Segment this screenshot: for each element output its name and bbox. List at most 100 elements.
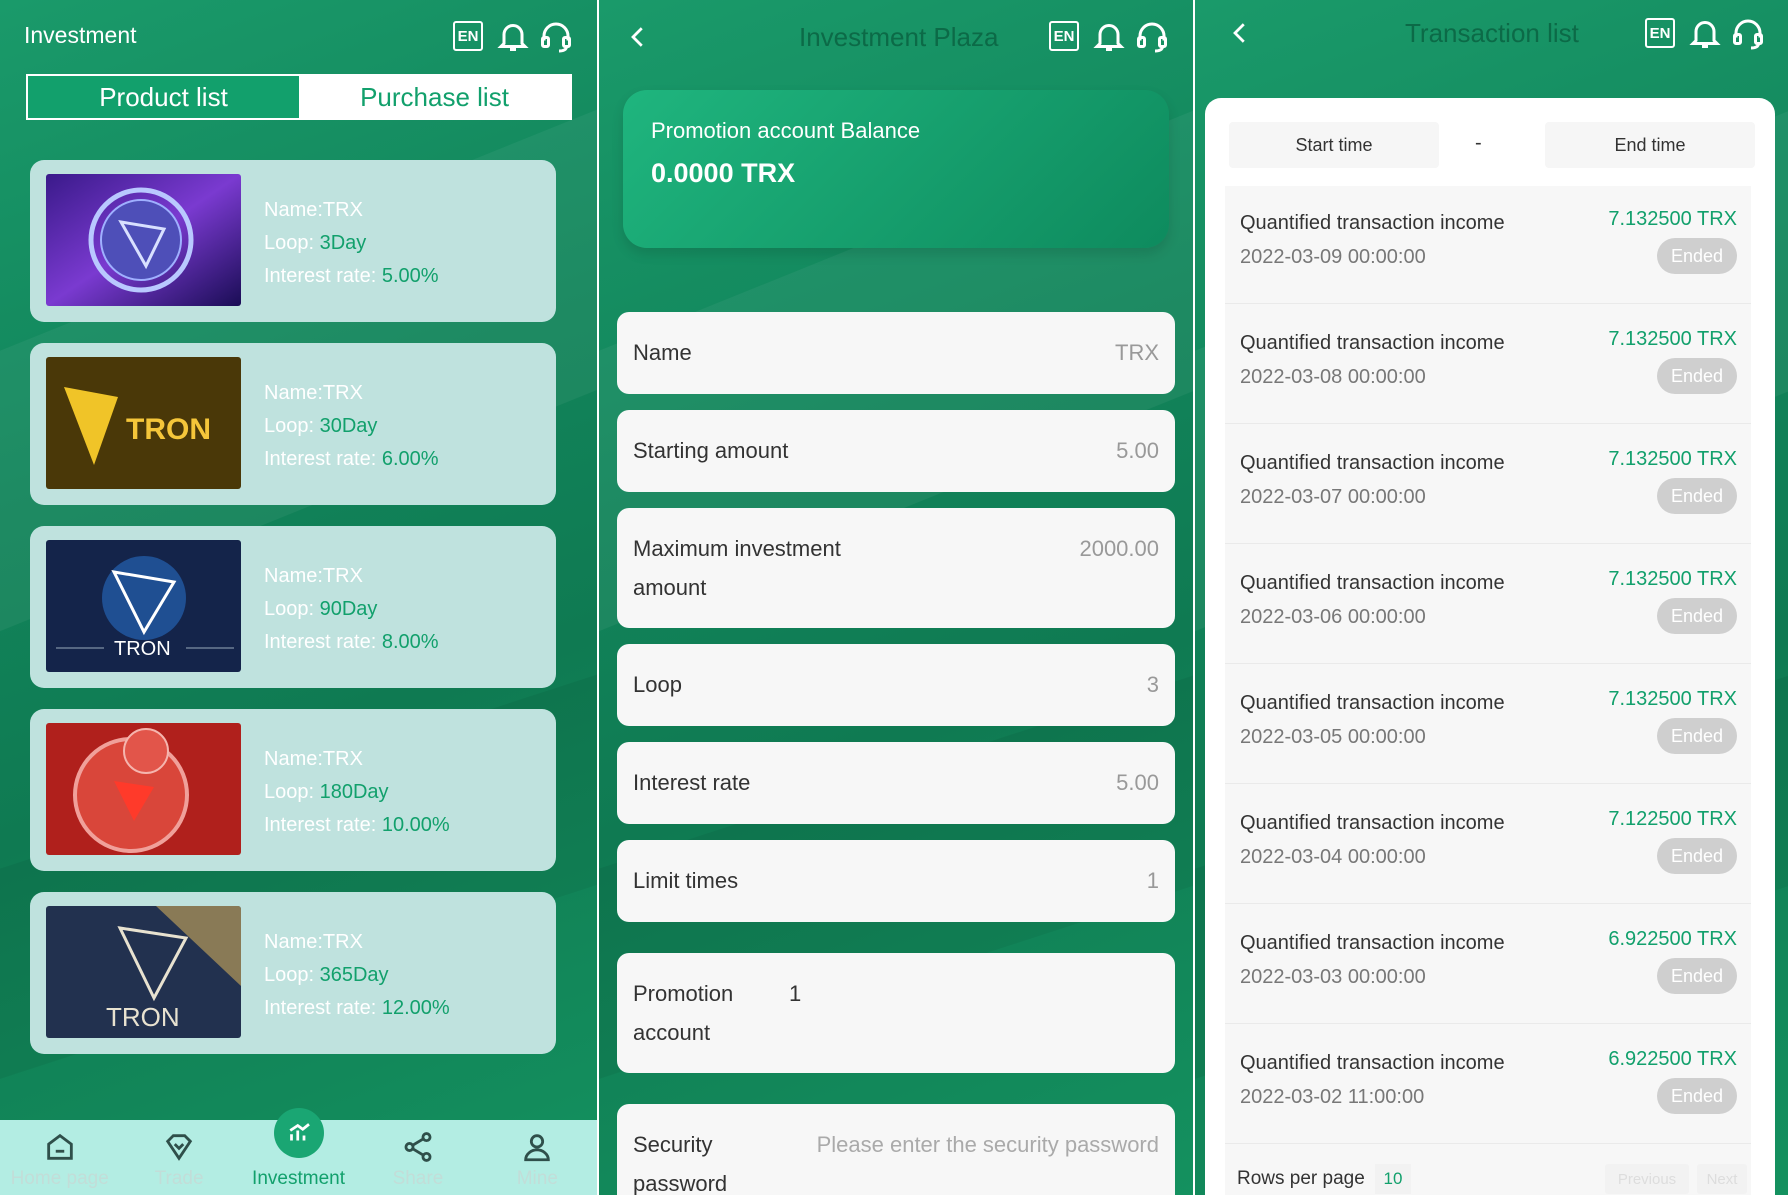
product-card[interactable]: Name:TRX Loop: 3Day Interest rate: 5.00%: [30, 160, 556, 322]
field-label: Promotion: [633, 981, 734, 1006]
list-item[interactable]: Quantified transaction income 2022-03-06…: [1225, 546, 1751, 664]
investment-chart-icon: [273, 1108, 324, 1158]
security-password-input[interactable]: Please enter the security password: [817, 1126, 1159, 1164]
field-limit-times: Limit times 1: [617, 840, 1175, 922]
thumb-tron-label: TRON: [106, 1002, 180, 1032]
product-card[interactable]: TRON Name:TRX Loop: 30Day Interest rate:…: [30, 343, 556, 505]
product-loop: 90Day: [319, 598, 378, 620]
status-badge: Ended: [1657, 478, 1737, 514]
tab-label: Mine: [516, 1168, 558, 1189]
tron-coin-image: [46, 174, 241, 306]
headset-icon[interactable]: [1730, 15, 1766, 51]
transaction-date: 2022-03-06 00:00:00: [1240, 606, 1426, 628]
language-icon[interactable]: EN: [1645, 18, 1675, 48]
transaction-title: Quantified transaction income: [1240, 572, 1505, 594]
tab-investment[interactable]: Investment: [239, 1108, 358, 1195]
product-card[interactable]: TRON Name:TRX Loop: 90Day Interest rate:…: [30, 526, 556, 688]
field-label: Name: [633, 340, 692, 365]
tab-trade[interactable]: Trade: [119, 1120, 238, 1195]
field-interest-rate: Interest rate 5.00: [617, 742, 1175, 824]
previous-button[interactable]: Previous: [1605, 1164, 1689, 1194]
transaction-date: 2022-03-04 00:00:00: [1240, 846, 1426, 868]
field-label: Maximum investment: [633, 536, 841, 561]
transaction-amount: 7.132500 TRX: [1608, 328, 1737, 350]
status-badge: Ended: [1657, 1078, 1737, 1114]
transaction-amount: 7.132500 TRX: [1608, 208, 1737, 230]
date-range-separator: -: [1475, 132, 1482, 154]
tab-mine[interactable]: Mine: [478, 1120, 597, 1195]
list-item[interactable]: Quantified transaction income 2022-03-08…: [1225, 306, 1751, 424]
list-item[interactable]: Quantified transaction income 2022-03-03…: [1225, 906, 1751, 1024]
investment-plaza-screen: Investment Plaza EN Promotion account Ba…: [599, 0, 1193, 1195]
headset-icon[interactable]: [1134, 18, 1170, 54]
field-value: 5.00: [1116, 770, 1159, 795]
product-rate: 10.00%: [381, 814, 450, 836]
product-rate: 6.00%: [381, 448, 439, 470]
bell-icon[interactable]: [495, 18, 531, 54]
product-card[interactable]: Name:TRX Loop: 180Day Interest rate: 10.…: [30, 709, 556, 871]
list-item[interactable]: Quantified transaction income 2022-03-05…: [1225, 666, 1751, 784]
list-item[interactable]: Quantified transaction income 2022-03-09…: [1225, 186, 1751, 304]
transaction-title: Quantified transaction income: [1240, 1052, 1505, 1074]
transaction-date: 2022-03-02 11:00:00: [1240, 1086, 1425, 1108]
investment-screen: Investment EN Product list Purchase list…: [0, 0, 597, 1195]
tab-label: Investment: [252, 1168, 345, 1189]
transaction-amount: 7.132500 TRX: [1608, 568, 1737, 590]
status-badge: Ended: [1657, 958, 1737, 994]
field-maximum-investment: Maximum investment amount 2000.00: [617, 508, 1175, 628]
field-label: Starting amount: [633, 438, 789, 463]
tron-network-image: TRON: [46, 540, 241, 672]
status-badge: Ended: [1657, 718, 1737, 754]
back-chevron-icon[interactable]: [1225, 18, 1255, 48]
transaction-title: Quantified transaction income: [1240, 332, 1505, 354]
language-icon[interactable]: EN: [453, 21, 483, 51]
back-chevron-icon[interactable]: [623, 22, 653, 52]
list-item[interactable]: Quantified transaction income 2022-03-04…: [1225, 786, 1751, 904]
status-badge: Ended: [1657, 838, 1737, 874]
tab-label: Share: [392, 1168, 444, 1189]
field-security-password[interactable]: Security password Please enter the secur…: [617, 1104, 1175, 1195]
transaction-title: Quantified transaction income: [1240, 452, 1505, 474]
transaction-amount: 6.922500 TRX: [1608, 928, 1737, 950]
tab-home[interactable]: Home page: [0, 1120, 119, 1195]
tab-product-list[interactable]: Product list: [28, 76, 299, 118]
field-starting-amount: Starting amount 5.00: [617, 410, 1175, 492]
field-promotion-account[interactable]: Promotion account 1: [617, 953, 1175, 1073]
start-time-picker[interactable]: Start time: [1229, 122, 1439, 168]
language-icon[interactable]: EN: [1049, 21, 1079, 51]
transaction-amount: 6.922500 TRX: [1608, 1048, 1737, 1070]
product-name: TRX: [322, 199, 363, 221]
field-value: 2000.00: [1079, 536, 1159, 561]
product-loop: 365Day: [319, 964, 389, 986]
transaction-date: 2022-03-05 00:00:00: [1240, 726, 1426, 748]
rows-per-page-select[interactable]: 10: [1375, 1164, 1411, 1194]
list-item[interactable]: Quantified transaction income 2022-03-02…: [1225, 1026, 1751, 1144]
headset-icon[interactable]: [538, 18, 574, 54]
product-loop: 180Day: [319, 781, 389, 803]
tab-share[interactable]: Share: [358, 1120, 477, 1195]
promotion-account-value[interactable]: 1: [789, 975, 801, 1013]
product-rate: 5.00%: [381, 265, 439, 287]
transaction-amount: 7.132500 TRX: [1608, 688, 1737, 710]
next-button[interactable]: Next: [1697, 1164, 1747, 1194]
field-label: password: [633, 1171, 728, 1195]
transaction-title: Quantified transaction income: [1240, 692, 1505, 714]
product-rate: 8.00%: [381, 631, 439, 653]
tron-red-coin-image: [46, 723, 241, 855]
product-card[interactable]: TRON Name:TRX Loop: 365Day Interest rate…: [30, 892, 556, 1054]
end-time-picker[interactable]: End time: [1545, 122, 1755, 168]
bell-icon[interactable]: [1687, 15, 1723, 51]
transaction-title: Quantified transaction income: [1240, 932, 1505, 954]
product-name: TRX: [322, 382, 363, 404]
balance-label: Promotion account Balance: [651, 118, 921, 143]
list-item[interactable]: Quantified transaction income 2022-03-07…: [1225, 426, 1751, 544]
user-icon: [520, 1130, 554, 1164]
bell-icon[interactable]: [1091, 18, 1127, 54]
page-title: Transaction list: [1405, 18, 1579, 48]
thumb-tron-label: TRON: [126, 413, 211, 446]
transaction-title: Quantified transaction income: [1240, 812, 1505, 834]
tab-purchase-list[interactable]: Purchase list: [299, 76, 570, 118]
home-icon: [43, 1130, 77, 1164]
field-label: Loop: [633, 672, 682, 697]
product-loop: 30Day: [319, 415, 378, 437]
